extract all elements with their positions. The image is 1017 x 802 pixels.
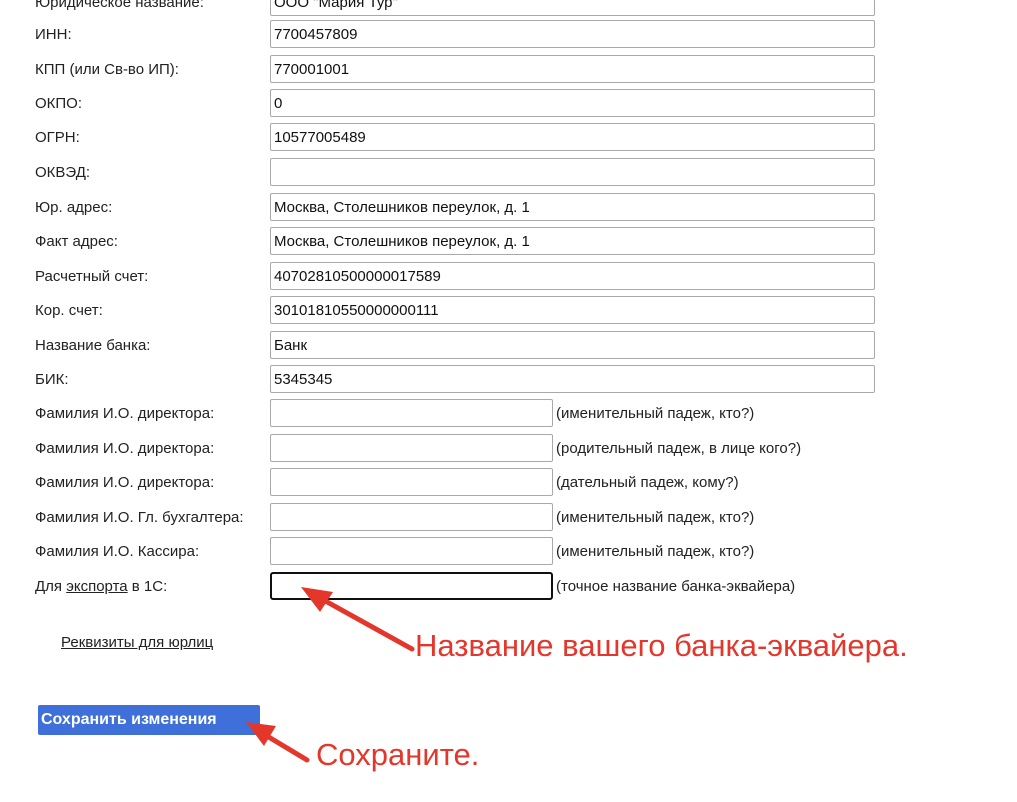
form-row: ИНН: — [0, 20, 1017, 54]
field-input[interactable] — [270, 123, 875, 151]
field-label: ОКВЭД: — [35, 164, 91, 181]
export-1c-bank-input[interactable] — [270, 572, 553, 600]
form-row: Расчетный счет: — [0, 262, 1017, 296]
field-hint: (дательный падеж, кому?) — [556, 474, 739, 491]
form-row: Фамилия И.О. Гл. бухгалтера: (именительны… — [0, 503, 1017, 537]
field-input[interactable] — [270, 399, 553, 427]
export-label: Для экспорта в 1С: — [35, 578, 168, 595]
field-label: Название банка: — [35, 337, 151, 354]
field-label: Юр. адрес: — [35, 199, 113, 216]
field-hint: (именительный падеж, кто?) — [556, 509, 755, 526]
field-label: Факт адрес: — [35, 233, 118, 250]
form-row: Название банка: — [0, 331, 1017, 365]
field-input[interactable] — [270, 158, 875, 186]
form-row: Кор. счет: — [0, 296, 1017, 330]
form-row: Юр. адрес: — [0, 193, 1017, 227]
save-annotation-text: Сохраните. — [316, 737, 480, 772]
field-input[interactable] — [270, 227, 875, 255]
form-row: Фамилия И.О. директора: (именительный пад… — [0, 399, 1017, 433]
field-label: ОГРН: — [35, 129, 80, 146]
field-input[interactable] — [270, 55, 875, 83]
legal-requisites-link[interactable]: Реквизиты для юрлиц — [61, 631, 213, 655]
field-label: Кор. счет: — [35, 302, 103, 319]
form-row: ОГРН: — [0, 123, 1017, 157]
export-link[interactable]: экспорта — [66, 578, 127, 595]
field-label: Фамилия И.О. директора: — [35, 474, 215, 491]
field-label: Расчетный счет: — [35, 268, 149, 285]
bank-annotation-text: Название вашего банка-эквайера. — [415, 628, 908, 663]
field-hint: (именительный падеж, кто?) — [556, 405, 755, 422]
form-row: Фамилия И.О. Кассира: (именительный падеж… — [0, 537, 1017, 571]
field-label: ОКПО: — [35, 95, 83, 112]
export-row: Для экспорта в 1С: (точное название банк… — [0, 572, 1017, 606]
field-label: КПП (или Св-во ИП): — [35, 61, 179, 78]
form-row: ОКПО: — [0, 89, 1017, 123]
form-row: ОКВЭД: — [0, 158, 1017, 192]
field-label: Фамилия И.О. Гл. бухгалтера: — [35, 509, 244, 526]
form-row: Юридическое название: — [0, 0, 1017, 22]
save-changes-button[interactable]: Сохранить изменения — [38, 705, 260, 735]
form-row: Фамилия И.О. директора: (родительный паде… — [0, 434, 1017, 468]
export-hint: (точное название банка-эквайера) — [556, 578, 796, 595]
field-input[interactable] — [270, 296, 875, 324]
field-input[interactable] — [270, 434, 553, 462]
field-input[interactable] — [270, 468, 553, 496]
field-hint: (родительный падеж, в лице кого?) — [556, 440, 802, 457]
field-input[interactable] — [270, 537, 553, 565]
field-input[interactable] — [270, 193, 875, 221]
field-label: ИНН: — [35, 26, 72, 43]
field-label: БИК: — [35, 371, 69, 388]
field-input[interactable] — [270, 89, 875, 117]
form-row: КПП (или Св-во ИП): — [0, 55, 1017, 89]
field-label: Фамилия И.О. директора: — [35, 405, 215, 422]
form-row: Фамилия И.О. директора: (дательный падеж,… — [0, 468, 1017, 502]
field-input[interactable] — [270, 331, 875, 359]
field-input[interactable] — [270, 365, 875, 393]
field-input[interactable] — [270, 262, 875, 290]
field-label: Юридическое название: — [35, 0, 204, 11]
field-label: Фамилия И.О. директора: — [35, 440, 215, 457]
field-label: Фамилия И.О. Кассира: — [35, 543, 200, 560]
field-input[interactable] — [270, 20, 875, 48]
form-row: БИК: — [0, 365, 1017, 399]
field-input[interactable] — [270, 503, 553, 531]
field-hint: (именительный падеж, кто?) — [556, 543, 755, 560]
form-row: Факт адрес: — [0, 227, 1017, 261]
field-input[interactable] — [270, 0, 875, 16]
